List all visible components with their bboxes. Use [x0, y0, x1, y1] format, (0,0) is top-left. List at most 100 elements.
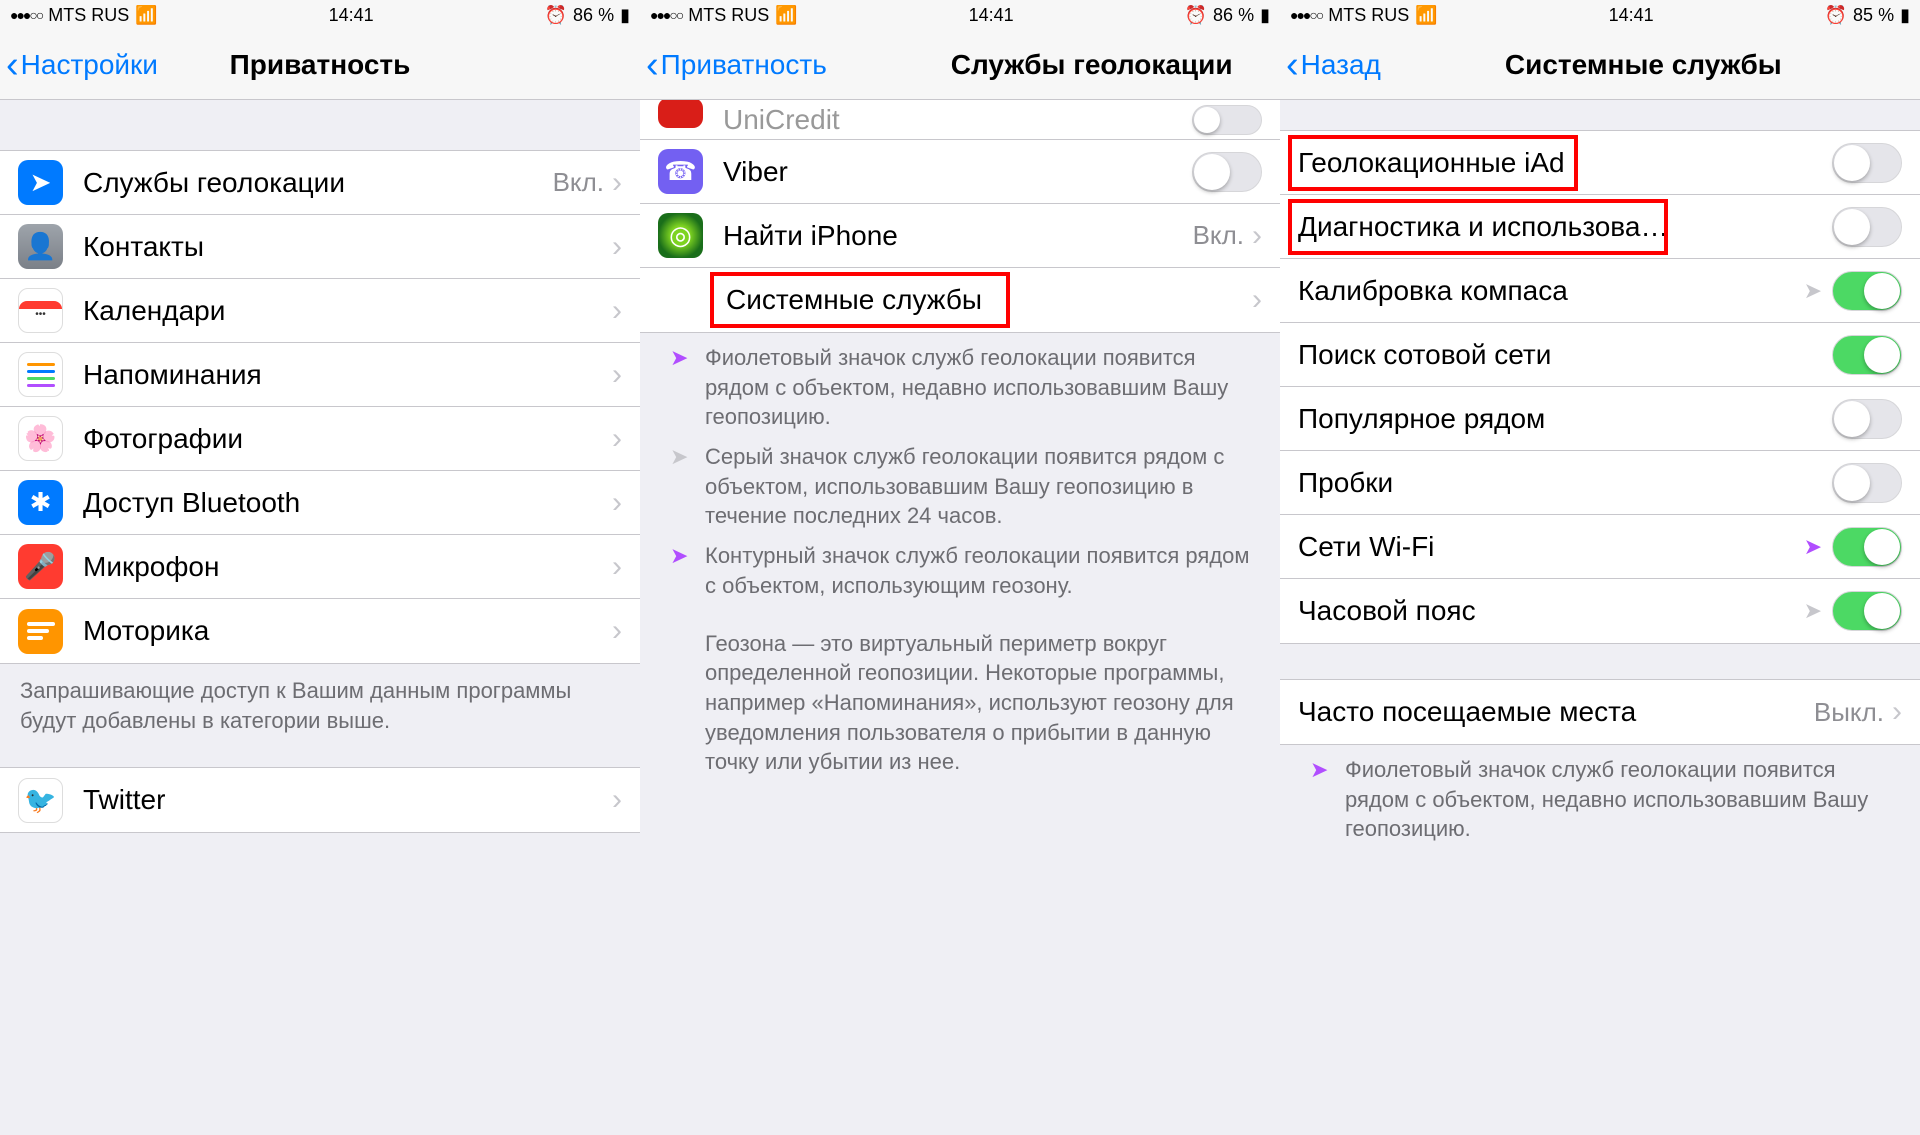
- chevron-right-icon: ›: [1892, 695, 1902, 729]
- chevron-right-icon: ›: [612, 230, 622, 264]
- back-button[interactable]: ‹ Назад: [1280, 46, 1381, 84]
- page-title: Службы геолокации: [831, 49, 1280, 81]
- cell-label: Службы геолокации: [83, 167, 553, 199]
- cell-label: Viber: [723, 156, 1192, 188]
- cell-label: Найти iPhone: [723, 220, 1193, 252]
- switch[interactable]: [1832, 463, 1902, 503]
- cell-contacts[interactable]: 👤 Контакты ›: [0, 215, 640, 279]
- back-button[interactable]: ‹ Приватность: [640, 46, 827, 84]
- back-button[interactable]: ‹ Настройки: [0, 46, 158, 84]
- status-bar: ●●●○○ MTS RUS 📶 14:41 ⏰ 86 % ▮: [0, 0, 640, 30]
- switch[interactable]: [1192, 105, 1262, 135]
- cell-compass-calibration[interactable]: Калибровка компаса ➤: [1280, 259, 1920, 323]
- cell-location-services[interactable]: ➤ Службы геолокации Вкл. ›: [0, 151, 640, 215]
- footer-text: Запрашивающие доступ к Вашим данным прог…: [0, 664, 640, 747]
- location-arrow-gray-icon: ➤: [1804, 278, 1822, 304]
- time-label: 14:41: [329, 5, 374, 26]
- cell-diagnostics-usage[interactable]: Диагностика и использова…: [1280, 195, 1920, 259]
- cell-value: Выкл.: [1814, 697, 1884, 728]
- cell-find-iphone[interactable]: ◎ Найти iPhone Вкл. ›: [640, 204, 1280, 268]
- signal-icon: ●●●○○: [650, 7, 682, 23]
- footer-info: ➤ Фиолетовый значок служб геолокации поя…: [1280, 745, 1920, 844]
- time-label: 14:41: [1609, 5, 1654, 26]
- chevron-right-icon: ›: [612, 294, 622, 328]
- switch[interactable]: [1832, 271, 1902, 311]
- wifi-icon: 📶: [1415, 5, 1437, 26]
- cell-reminders[interactable]: Напоминания ›: [0, 343, 640, 407]
- cell-label: Калибровка компаса: [1298, 275, 1804, 307]
- cell-label: Twitter: [83, 784, 612, 816]
- cell-photos[interactable]: 🌸 Фотографии ›: [0, 407, 640, 471]
- carrier-label: MTS RUS: [48, 5, 129, 26]
- switch[interactable]: [1832, 143, 1902, 183]
- switch[interactable]: [1832, 207, 1902, 247]
- cell-label: Напоминания: [83, 359, 612, 391]
- cell-twitter[interactable]: 🐦 Twitter ›: [0, 768, 640, 832]
- status-bar: ●●●○○ MTS RUS 📶 14:41 ⏰ 85 % ▮: [1280, 0, 1920, 30]
- cell-label: Поиск сотовой сети: [1298, 339, 1832, 371]
- cell-timezone[interactable]: Часовой пояс ➤: [1280, 579, 1920, 643]
- alarm-icon: ⏰: [1825, 5, 1847, 26]
- location-arrow-purple-icon: ➤: [670, 343, 688, 373]
- cell-label: Календари: [83, 295, 612, 327]
- info-gray: ➤ Серый значок служб геолокации появится…: [640, 432, 1280, 531]
- info-geofence: Геозона — это виртуальный периметр вокру…: [640, 601, 1280, 777]
- back-label: Назад: [1301, 49, 1381, 81]
- cell-value: Вкл.: [1193, 220, 1244, 251]
- chevron-left-icon: ‹: [1286, 46, 1299, 84]
- screen-privacy: ●●●○○ MTS RUS 📶 14:41 ⏰ 86 % ▮ ‹ Настрой…: [0, 0, 640, 1135]
- time-label: 14:41: [969, 5, 1014, 26]
- switch[interactable]: [1832, 591, 1902, 631]
- cell-cell-network-search[interactable]: Поиск сотовой сети: [1280, 323, 1920, 387]
- battery-icon: ▮: [1260, 5, 1270, 26]
- battery-label: 86 %: [1213, 5, 1254, 26]
- bluetooth-icon: ✱: [18, 480, 63, 525]
- carrier-label: MTS RUS: [1328, 5, 1409, 26]
- location-arrow-gray-icon: ➤: [670, 442, 688, 472]
- cell-frequent-locations[interactable]: Часто посещаемые места Выкл. ›: [1280, 680, 1920, 744]
- chevron-right-icon: ›: [612, 550, 622, 584]
- carrier-label: MTS RUS: [688, 5, 769, 26]
- signal-icon: ●●●○○: [1290, 7, 1322, 23]
- cell-viber[interactable]: ☎ Viber: [640, 140, 1280, 204]
- cell-label: Часовой пояс: [1298, 595, 1804, 627]
- cell-geolocation-iad[interactable]: Геолокационные iAd: [1280, 131, 1920, 195]
- battery-icon: ▮: [620, 5, 630, 26]
- unicredit-icon: [658, 100, 703, 128]
- cell-label: Моторика: [83, 615, 612, 647]
- cell-system-services[interactable]: Системные службы ›: [640, 268, 1280, 332]
- switch[interactable]: [1832, 399, 1902, 439]
- switch[interactable]: [1832, 335, 1902, 375]
- cell-motion[interactable]: Моторика ›: [0, 599, 640, 663]
- cell-bluetooth[interactable]: ✱ Доступ Bluetooth ›: [0, 471, 640, 535]
- alarm-icon: ⏰: [545, 5, 567, 26]
- cell-unicredit[interactable]: UniCredit: [640, 100, 1280, 140]
- cell-microphone[interactable]: 🎤 Микрофон ›: [0, 535, 640, 599]
- screen-system-services: ●●●○○ MTS RUS 📶 14:41 ⏰ 85 % ▮ ‹ Назад С…: [1280, 0, 1920, 1135]
- switch[interactable]: [1832, 527, 1902, 567]
- microphone-icon: 🎤: [18, 544, 63, 589]
- contacts-icon: 👤: [18, 224, 63, 269]
- battery-label: 86 %: [573, 5, 614, 26]
- nav-bar: ‹ Приватность Службы геолокации: [640, 30, 1280, 100]
- cell-label: Популярное рядом: [1298, 403, 1832, 435]
- cell-label: Контакты: [83, 231, 612, 263]
- chevron-right-icon: ›: [612, 614, 622, 648]
- cell-label: Пробки: [1298, 467, 1832, 499]
- wifi-icon: 📶: [775, 5, 797, 26]
- cell-calendars[interactable]: ••• Календари ›: [0, 279, 640, 343]
- switch[interactable]: [1192, 152, 1262, 192]
- cell-wifi-networking[interactable]: Сети Wi-Fi ➤: [1280, 515, 1920, 579]
- location-arrow-outline-icon: ➤: [670, 541, 688, 571]
- info-hollow: ➤ Контурный значок служб геолокации появ…: [640, 531, 1280, 600]
- status-bar: ●●●○○ MTS RUS 📶 14:41 ⏰ 86 % ▮: [640, 0, 1280, 30]
- cell-traffic[interactable]: Пробки: [1280, 451, 1920, 515]
- chevron-right-icon: ›: [612, 422, 622, 456]
- cell-label: Геолокационные iAd: [1298, 147, 1832, 179]
- reminders-icon: [18, 352, 63, 397]
- chevron-right-icon: ›: [612, 486, 622, 520]
- cell-value: Вкл.: [553, 167, 604, 198]
- cell-popular-nearby[interactable]: Популярное рядом: [1280, 387, 1920, 451]
- back-label: Настройки: [21, 49, 158, 81]
- location-icon: ➤: [18, 160, 63, 205]
